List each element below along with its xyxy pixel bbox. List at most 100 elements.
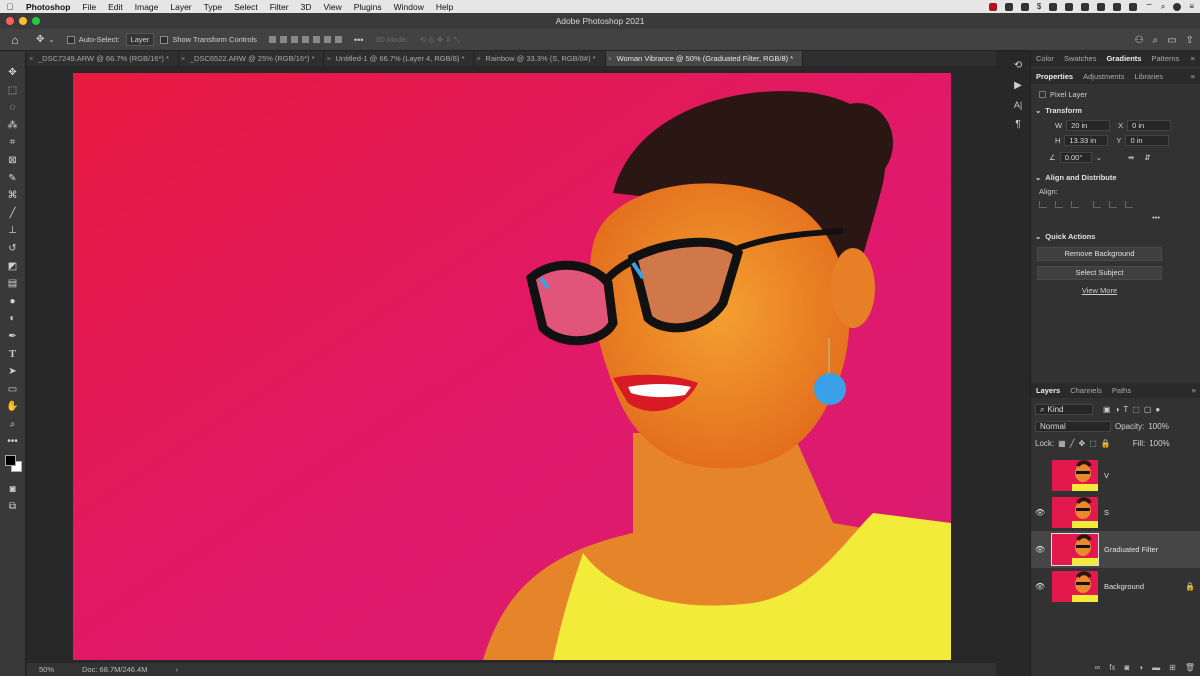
quick-mask-icon[interactable]: ◙ [6, 484, 20, 496]
canvas-area[interactable] [27, 66, 996, 663]
menu-photoshop[interactable]: Photoshop [20, 2, 76, 12]
menu-help[interactable]: Help [430, 2, 459, 12]
lock-position-icon[interactable]: ✥ [1079, 439, 1086, 448]
remove-background-button[interactable]: Remove Background [1037, 247, 1162, 261]
opacity-value[interactable]: 100% [1148, 422, 1168, 431]
layer-thumbnail[interactable] [1052, 497, 1098, 528]
search-icon[interactable]: ⌕ [1153, 35, 1159, 46]
layer-name[interactable]: Background [1104, 582, 1144, 591]
lock-artboard-icon[interactable]: ⬚ [1089, 439, 1097, 448]
lock-all-icon[interactable]: 🔒 [1101, 439, 1111, 448]
zoom-window-button[interactable] [32, 17, 40, 25]
type-tool-icon[interactable]: T [6, 349, 20, 361]
more-options-button[interactable]: ••• [348, 35, 369, 45]
foreground-color-swatch[interactable] [4, 455, 16, 467]
layer-row[interactable]: 👁 Graduated Filter [1031, 531, 1200, 568]
screen-mode-icon[interactable]: ⧉ [6, 501, 20, 513]
user-icon[interactable] [1173, 2, 1182, 11]
eye-icon[interactable]: 👁 [1031, 582, 1049, 591]
menu-select[interactable]: Select [228, 2, 264, 12]
color-swatches[interactable] [4, 454, 22, 473]
history-brush-icon[interactable]: ↺ [6, 243, 20, 255]
link-icon[interactable]: ∞ [1095, 663, 1101, 672]
tab-libraries[interactable]: Libraries [1134, 72, 1163, 81]
user-search-icon[interactable]: ⚇ [1135, 35, 1144, 46]
tab-channels[interactable]: Channels [1070, 386, 1102, 395]
actions-play-icon[interactable]: ▶ [1014, 80, 1022, 91]
stamp-tool-icon[interactable]: ⊥ [6, 225, 20, 237]
layer-name[interactable]: Graduated Filter [1104, 545, 1158, 554]
search-icon[interactable]: ⌕ [1161, 2, 1165, 12]
dropbox-icon[interactable] [1049, 2, 1058, 11]
menu-window[interactable]: Window [388, 2, 430, 12]
x-field[interactable]: 0 in [1127, 120, 1172, 131]
flip-horizontal-icon[interactable]: ⇹ [1128, 153, 1134, 162]
auto-select-checkbox[interactable] [66, 35, 75, 44]
layer-row[interactable]: V [1031, 457, 1200, 494]
y-field[interactable]: 0 in [1125, 135, 1170, 146]
tab-rainbow[interactable]: × Rainbow @ 33.3% (S, RGB/8#) * [474, 51, 606, 66]
tab-layers[interactable]: Layers [1036, 386, 1060, 395]
lock-transparent-icon[interactable]: ▦ [1058, 439, 1066, 448]
menu-filter[interactable]: Filter [264, 2, 295, 12]
menu-edit[interactable]: Edit [102, 2, 129, 12]
grid-icon[interactable] [1081, 2, 1090, 11]
align-left-icon[interactable] [1039, 200, 1047, 208]
align-section-header[interactable]: ⌄ Align and Distribute [1031, 169, 1200, 185]
tab-color[interactable]: Color [1036, 54, 1054, 63]
layer-row[interactable]: 👁 Background 🔒 [1031, 568, 1200, 605]
align-hcenter-icon[interactable] [279, 36, 287, 43]
panel-menu-icon[interactable]: ≡ [1191, 51, 1195, 66]
crop-tool-icon[interactable]: ⌗ [6, 137, 20, 149]
frame-tool-icon[interactable]: ⊠ [6, 155, 20, 167]
align-left-icon[interactable] [268, 36, 276, 43]
status-menu-arrow[interactable]: › [175, 665, 178, 674]
view-more-link[interactable]: View More [1037, 286, 1162, 295]
align-bottom-icon[interactable] [1125, 200, 1133, 208]
home-icon[interactable]: ⌂ [0, 33, 30, 47]
character-panel-icon[interactable]: A| [1014, 100, 1022, 110]
pen-tool-icon[interactable]: ✒ [6, 331, 20, 343]
apple-icon[interactable]:  [0, 2, 20, 12]
show-transform-checkbox[interactable] [160, 35, 169, 44]
tab-adjustments[interactable]: Adjustments [1083, 72, 1124, 81]
align-top-icon[interactable] [301, 36, 309, 43]
menu-image[interactable]: Image [129, 2, 165, 12]
paragraph-panel-icon[interactable]: ¶ [1015, 119, 1020, 130]
blur-tool-icon[interactable]: ● [6, 296, 20, 308]
record-icon[interactable] [988, 2, 997, 11]
filter-adjust-icon[interactable]: ◑ [1115, 405, 1120, 414]
dollar-icon[interactable]: $ [1037, 2, 1041, 11]
lasso-tool-icon[interactable]: ◌ [6, 102, 20, 114]
transform-section-header[interactable]: ⌄ Transform [1031, 102, 1200, 118]
filter-toggle-icon[interactable]: ● [1155, 405, 1160, 414]
menu-file[interactable]: File [76, 2, 102, 12]
control-center-icon[interactable]: ≡ [1189, 2, 1194, 11]
filter-shape-icon[interactable]: ⬚ [1132, 405, 1140, 414]
layer-row[interactable]: 👁 S [1031, 494, 1200, 531]
new-layer-icon[interactable]: ⊞ [1169, 663, 1176, 672]
align-vcenter-icon[interactable] [312, 36, 320, 43]
close-tab-icon[interactable]: × [29, 51, 33, 66]
adjustment-icon[interactable]: ◑ [1138, 663, 1143, 672]
move-tool-preset[interactable]: ✥ ⌄ [30, 34, 61, 45]
tab-paths[interactable]: Paths [1112, 386, 1131, 395]
move-tool-icon[interactable]: ✥ [6, 67, 20, 79]
speaker-icon[interactable] [1129, 2, 1138, 11]
close-tab-icon[interactable]: × [181, 51, 185, 66]
filter-type-icon[interactable]: T [1123, 405, 1128, 414]
eraser-tool-icon[interactable]: ◩ [6, 261, 20, 273]
filter-pixel-icon[interactable]: ▣ [1103, 405, 1111, 414]
menu-plugins[interactable]: Plugins [348, 2, 388, 12]
marquee-tool-icon[interactable]: ⬚ [6, 85, 20, 97]
layer-thumbnail[interactable] [1051, 533, 1099, 566]
gradient-tool-icon[interactable]: ▤ [6, 278, 20, 290]
hand-tool-icon[interactable]: ✋ [6, 401, 20, 413]
keyboard-icon[interactable] [1113, 2, 1122, 11]
zoom-level[interactable]: 50% [39, 665, 54, 674]
align-middle-icon[interactable] [1109, 200, 1117, 208]
history-panel-icon[interactable]: ⟲ [1014, 60, 1022, 71]
zoom-tool-icon[interactable]: ⌕ [6, 419, 20, 431]
align-bottom-icon[interactable] [323, 36, 331, 43]
minimize-window-button[interactable] [19, 17, 27, 25]
